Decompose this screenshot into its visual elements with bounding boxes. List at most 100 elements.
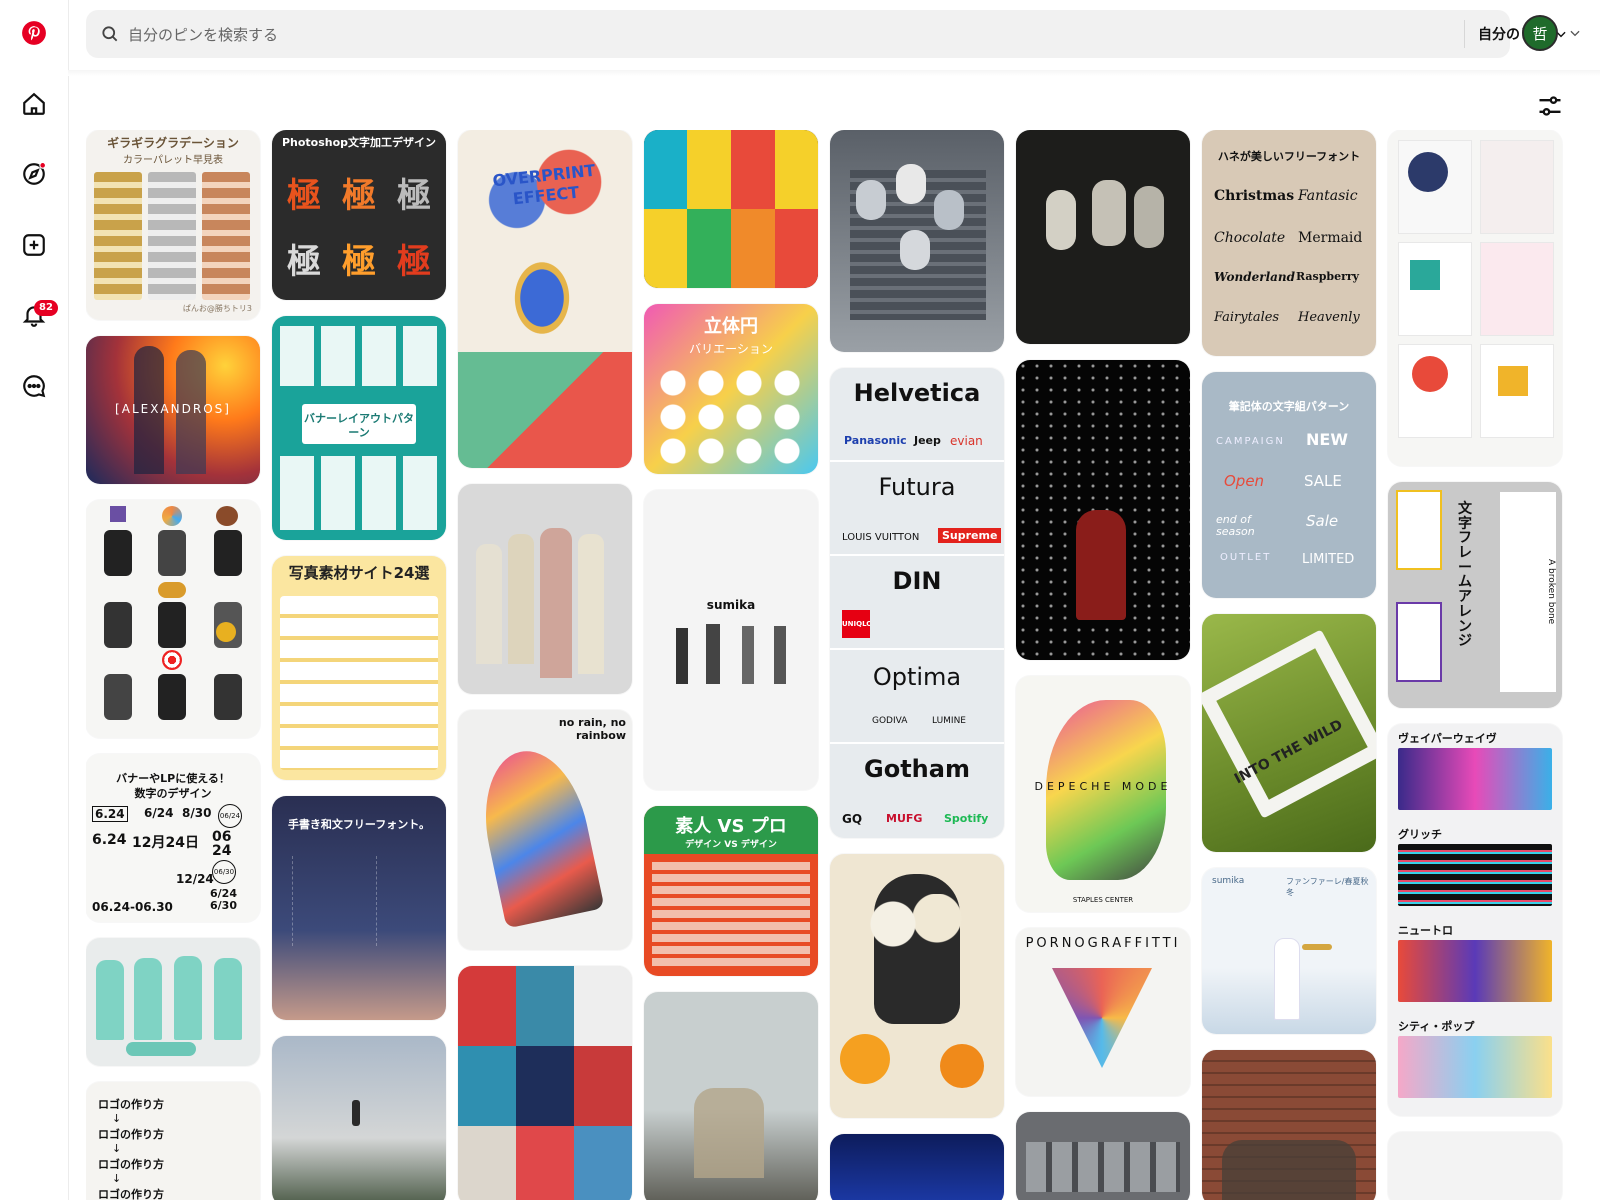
pin-pornograffitti[interactable]: PORNOGRAFFITTI — [1016, 928, 1190, 1096]
pin-banner-layout[interactable]: バナーレイアウトパターン — [272, 316, 446, 540]
pin-title: 手書き和文フリーフォント。 — [287, 818, 431, 831]
pin-title: 文字フレームアレンジ — [1458, 501, 1472, 650]
pin-photo-sites[interactable]: 写真素材サイト24選 — [272, 556, 446, 780]
brand-name: Supreme — [938, 528, 1002, 543]
avatar[interactable]: 哲 — [1522, 15, 1558, 51]
kanji-sample: 極 — [342, 176, 376, 216]
pin-sky-photo[interactable] — [272, 1036, 446, 1200]
pin-no-rain-no-rainbow[interactable]: no rain, no rainbow — [458, 710, 632, 950]
pin-band-beach[interactable] — [644, 992, 818, 1200]
kanji-sample: 極 — [342, 242, 376, 282]
font-sample: Helvetica — [853, 379, 981, 407]
account-chevron-down-icon[interactable] — [1568, 26, 1582, 40]
pin-title: DEPECHE MODE — [1034, 780, 1172, 793]
font-sample: Futura — [878, 473, 956, 501]
font-sample: Gotham — [864, 755, 970, 783]
date-sample: 6.24 — [92, 806, 128, 822]
pin-gradient-palette[interactable]: ギラギラグラデーション カラーパレット早見表 ぱんお@勝ちトリ3 — [86, 130, 260, 320]
pin-footer: STAPLES CENTER — [1072, 896, 1134, 904]
pin-band-photo-vintage[interactable] — [458, 484, 632, 694]
pin-alexandros[interactable]: [ALEXANDROS] — [86, 336, 260, 484]
pin-book-covers[interactable] — [644, 130, 818, 288]
kanji-sample: 極 — [397, 242, 431, 282]
pin-text-frame[interactable]: 文字フレームアレンジ A broken bone — [1388, 482, 1562, 708]
pin-surreal-collage[interactable] — [458, 966, 632, 1200]
pin-line: ロゴの作り方 — [98, 1098, 164, 1111]
search-icon — [102, 26, 118, 42]
pin-band-photo-mint[interactable] — [86, 938, 260, 1066]
header-divider — [68, 70, 1600, 76]
pin-band-studio[interactable] — [1016, 1112, 1190, 1200]
pin-title: 素人 VS プロ — [675, 816, 787, 837]
pin-blank-loading[interactable] — [1388, 1132, 1562, 1200]
font-word: end of season — [1216, 513, 1255, 539]
font-word: Fantasic — [1298, 188, 1358, 204]
date-sample: 12月24日 — [132, 835, 199, 851]
pin-band-brickwall[interactable] — [1202, 1050, 1376, 1200]
pin-title: sumika — [1212, 876, 1245, 886]
pin-handwritten-font[interactable]: 手書き和文フリーフォント。 — [272, 796, 446, 1020]
section-heading: ニュートロ — [1398, 924, 1453, 937]
pin-logo-howto[interactable]: ロゴの作り方 ↓ ロゴの作り方 ↓ ロゴの作り方 ↓ ロゴの作り方 — [86, 1082, 260, 1200]
pin-subtitle: 数字のデザイン — [134, 787, 212, 800]
pin-sumika-pixel[interactable]: sumika — [644, 490, 818, 790]
pin-overprint-effect[interactable]: OVERPRINT EFFECT — [458, 130, 632, 468]
date-sample: 6.24 — [92, 832, 127, 848]
pin-number-design[interactable]: バナーやLPに使える！ 数字のデザイン 6.24 6/24 8/30 06/24… — [86, 754, 260, 922]
pin-title: バナーやLPに使える！ — [116, 772, 230, 785]
pin-title: 写真素材サイト24選 — [288, 564, 430, 582]
pin-design-styles[interactable]: ヴェイパーウェイヴ グリッチ ニュートロ シティ・ポップ — [1388, 724, 1562, 1116]
pin-photoshop-text[interactable]: Photoshop文字加工デザイン 極 極 極 極 極 極 — [272, 130, 446, 300]
pin-suit-collage[interactable] — [86, 500, 260, 738]
font-word: NEW — [1306, 430, 1348, 449]
pin-title: 立体円 — [704, 316, 758, 337]
search-input[interactable] — [126, 18, 1430, 52]
pin-3d-circles[interactable]: 立体円 バリエーション — [644, 304, 818, 474]
pin-depeche-mode[interactable]: DEPECHE MODE STAPLES CENTER — [1016, 676, 1190, 912]
pin-title: 筆記体の文字組パターン — [1228, 400, 1350, 413]
pin-into-the-wild[interactable]: INTO THE WILD — [1202, 614, 1376, 852]
pin-title: Photoshop文字加工デザイン — [281, 136, 437, 149]
section-heading: ヴェイパーウェイヴ — [1398, 732, 1497, 745]
search-bar[interactable]: 自分のピン — [86, 10, 1566, 58]
font-word: Open — [1224, 472, 1265, 490]
filter-sliders-icon[interactable] — [1536, 92, 1564, 120]
font-word: Fairytales — [1214, 310, 1280, 325]
date-sample: 06.24-06.30 — [92, 900, 173, 914]
pin-title: ギラギラグラデーション — [107, 136, 239, 150]
pin-subtitle: カラーパレット早見表 — [123, 155, 223, 166]
font-word: Sale — [1306, 512, 1339, 530]
date-sample: 06/24 — [218, 804, 242, 828]
brand-name: GQ — [842, 812, 863, 826]
pin-font-brands[interactable]: Helvetica Panasonic Jeep evian Futura LO… — [830, 368, 1004, 838]
create-icon[interactable] — [14, 225, 54, 265]
font-word: SALE — [1304, 472, 1342, 490]
pin-line: ロゴの作り方 — [98, 1188, 164, 1200]
pinterest-logo-icon[interactable] — [14, 13, 54, 53]
pin-flourish-fonts[interactable]: ハネが美しいフリーフォント Christmas Fantasic Chocola… — [1202, 130, 1376, 356]
pin-band-night[interactable] — [1016, 130, 1190, 344]
brand-name: LUMINE — [932, 716, 966, 726]
pin-cursive-patterns[interactable]: 筆記体の文字組パターン CAMPAIGN NEW Open SALE end o… — [1202, 372, 1376, 598]
font-word: Mermaid — [1298, 230, 1363, 246]
home-icon[interactable] — [14, 84, 54, 124]
date-sample: 6/24 6/30 — [210, 887, 237, 913]
pin-sumika-trumpet[interactable]: sumika ファンファーレ/春夏秋冬 — [1202, 868, 1376, 1034]
pin-poster-collage[interactable] — [1388, 130, 1562, 466]
pin-band-escalator[interactable] — [830, 130, 1004, 352]
pin-blue-stage[interactable] — [830, 1134, 1004, 1200]
kanji-sample: 極 — [287, 176, 321, 216]
brand-name: GODIVA — [872, 716, 908, 726]
pin-snow-performer[interactable] — [1016, 360, 1190, 660]
pin-amateur-vs-pro[interactable]: 素人 VS プロ デザイン VS デザイン — [644, 806, 818, 976]
pin-title: sumika — [706, 598, 756, 612]
font-word: Wonderland — [1214, 270, 1296, 284]
kanji-sample: 極 — [287, 242, 321, 282]
search-divider — [1464, 20, 1465, 48]
pin-flower-face[interactable] — [830, 854, 1004, 1118]
explore-icon[interactable] — [14, 154, 54, 194]
brand-name: evian — [950, 434, 983, 448]
date-sample: 06 24 — [212, 829, 232, 859]
font-sample: DIN — [892, 567, 942, 595]
messages-icon[interactable] — [14, 366, 54, 406]
